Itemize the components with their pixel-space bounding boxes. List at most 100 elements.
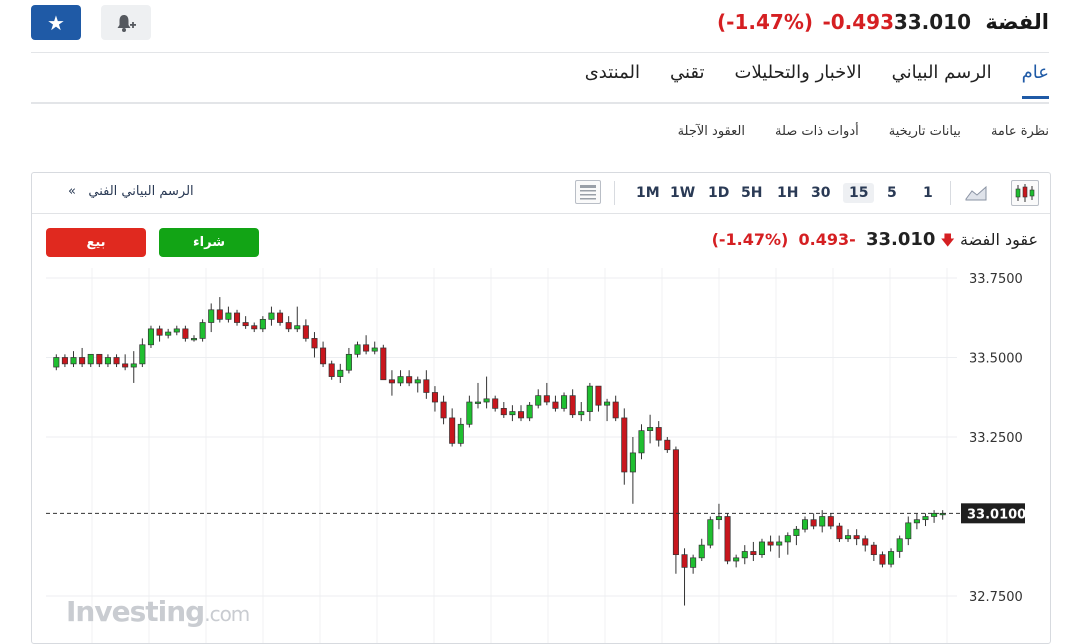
candle-body	[337, 369, 344, 377]
candle-body	[139, 344, 146, 365]
candle-body	[79, 357, 86, 365]
candle-body	[801, 519, 809, 530]
candle-body	[311, 338, 318, 349]
candle-body	[96, 353, 103, 365]
y-axis-tick-label: 33.5000	[969, 352, 1023, 367]
watermark-brand: Investing	[66, 595, 205, 628]
candle-body	[190, 338, 198, 341]
candle-body	[363, 344, 370, 352]
chart-widget: « الرسم البياني الفني 1M 1W 1D 5H 1H 30 …	[31, 172, 1051, 644]
candle-body	[827, 516, 834, 527]
candle-body	[664, 439, 671, 451]
candle-body	[647, 427, 654, 431]
last-price-label: 33.0100	[967, 507, 1026, 522]
candle-body	[328, 363, 335, 377]
candle-body	[707, 519, 714, 546]
y-axis-tick-label: 33.7500	[969, 272, 1023, 287]
candle-body	[182, 328, 189, 339]
candle-body	[853, 535, 860, 540]
candle-body	[888, 551, 895, 565]
candle-body	[474, 401, 482, 404]
candle-body	[61, 357, 68, 365]
candle-body	[449, 417, 456, 444]
tab-overview[interactable]: عام	[1021, 62, 1049, 99]
sub-tabs: نظرة عامة بيانات تاريخية أدوات ذات صلة ا…	[678, 124, 1049, 139]
tab-news-analysis[interactable]: الاخبار والتحليلات	[735, 62, 862, 99]
candle-body	[879, 554, 886, 565]
candle-body	[234, 312, 241, 323]
candle-body	[767, 541, 774, 546]
candle-body	[845, 535, 852, 540]
candle-body	[629, 452, 636, 473]
candle-body	[500, 408, 507, 416]
candle-body	[913, 519, 920, 524]
candle-body	[543, 395, 550, 403]
subtab-related-instruments[interactable]: أدوات ذات صلة	[775, 124, 859, 139]
candle-body	[320, 347, 327, 365]
candle-body	[354, 344, 361, 355]
candle-body	[371, 347, 378, 352]
candle-body	[595, 385, 602, 406]
candle-body	[638, 430, 645, 454]
candle-body	[750, 551, 757, 556]
candle-body	[810, 519, 817, 527]
candle-body	[492, 398, 499, 409]
candle-body	[130, 363, 137, 368]
tab-forum[interactable]: المنتدى	[585, 62, 640, 99]
candle-body	[414, 379, 421, 384]
candle-body	[724, 516, 731, 562]
add-alert-button[interactable]	[101, 5, 151, 40]
y-axis-tick-label: 33.2500	[969, 431, 1023, 446]
tab-technical[interactable]: تقني	[670, 62, 705, 99]
subtab-futures[interactable]: العقود الآجلة	[678, 124, 745, 139]
candle-body	[836, 525, 843, 540]
candle-body	[604, 401, 611, 406]
tab-chart[interactable]: الرسم البياني	[892, 62, 992, 99]
bell-plus-icon	[117, 14, 136, 32]
candle-body	[345, 353, 352, 371]
candle-body	[535, 395, 542, 406]
investing-watermark: Investing.com	[66, 595, 250, 628]
candle-body	[526, 404, 533, 419]
candle-body	[862, 538, 869, 546]
candle-body	[922, 516, 929, 521]
subtab-historical-data[interactable]: بيانات تاريخية	[889, 124, 961, 139]
candle-body	[690, 557, 697, 568]
candle-body	[681, 554, 688, 568]
candle-body	[870, 544, 877, 556]
candle-body	[905, 522, 912, 540]
header-divider	[31, 52, 1049, 53]
price-change-percent: (-1.47%)	[717, 10, 813, 34]
candle-body	[440, 401, 447, 419]
candle-body	[406, 376, 413, 384]
instrument-title: الفضة	[985, 10, 1049, 34]
candle-body	[216, 309, 223, 320]
candle-body	[397, 376, 404, 384]
candle-body	[621, 417, 628, 473]
star-icon: ★	[47, 10, 65, 35]
candle-body	[380, 347, 387, 381]
candle-body	[122, 363, 129, 368]
candle-body	[156, 328, 163, 336]
candle-body	[242, 322, 249, 327]
candle-body	[388, 379, 395, 384]
candle-body	[784, 535, 791, 543]
candle-body	[173, 328, 180, 333]
candle-body	[70, 357, 77, 365]
candle-body	[208, 309, 215, 323]
candle-body	[87, 353, 94, 365]
candle-body	[896, 538, 903, 552]
candle-body	[294, 325, 301, 330]
candle-body	[113, 357, 120, 365]
watchlist-button[interactable]: ★	[31, 5, 81, 40]
candle-body	[655, 427, 662, 441]
candle-body	[423, 379, 430, 393]
candle-body	[259, 318, 266, 330]
candle-body	[457, 423, 464, 444]
candle-body	[819, 516, 826, 527]
price-chart[interactable]: 33.7500 33.5000 33.2500 32.7500 33.0100	[32, 173, 1050, 643]
candle-body	[147, 328, 154, 346]
subtab-overview[interactable]: نظرة عامة	[991, 124, 1049, 139]
y-axis-tick-label: 32.7500	[969, 590, 1023, 605]
candle-body	[586, 385, 593, 412]
